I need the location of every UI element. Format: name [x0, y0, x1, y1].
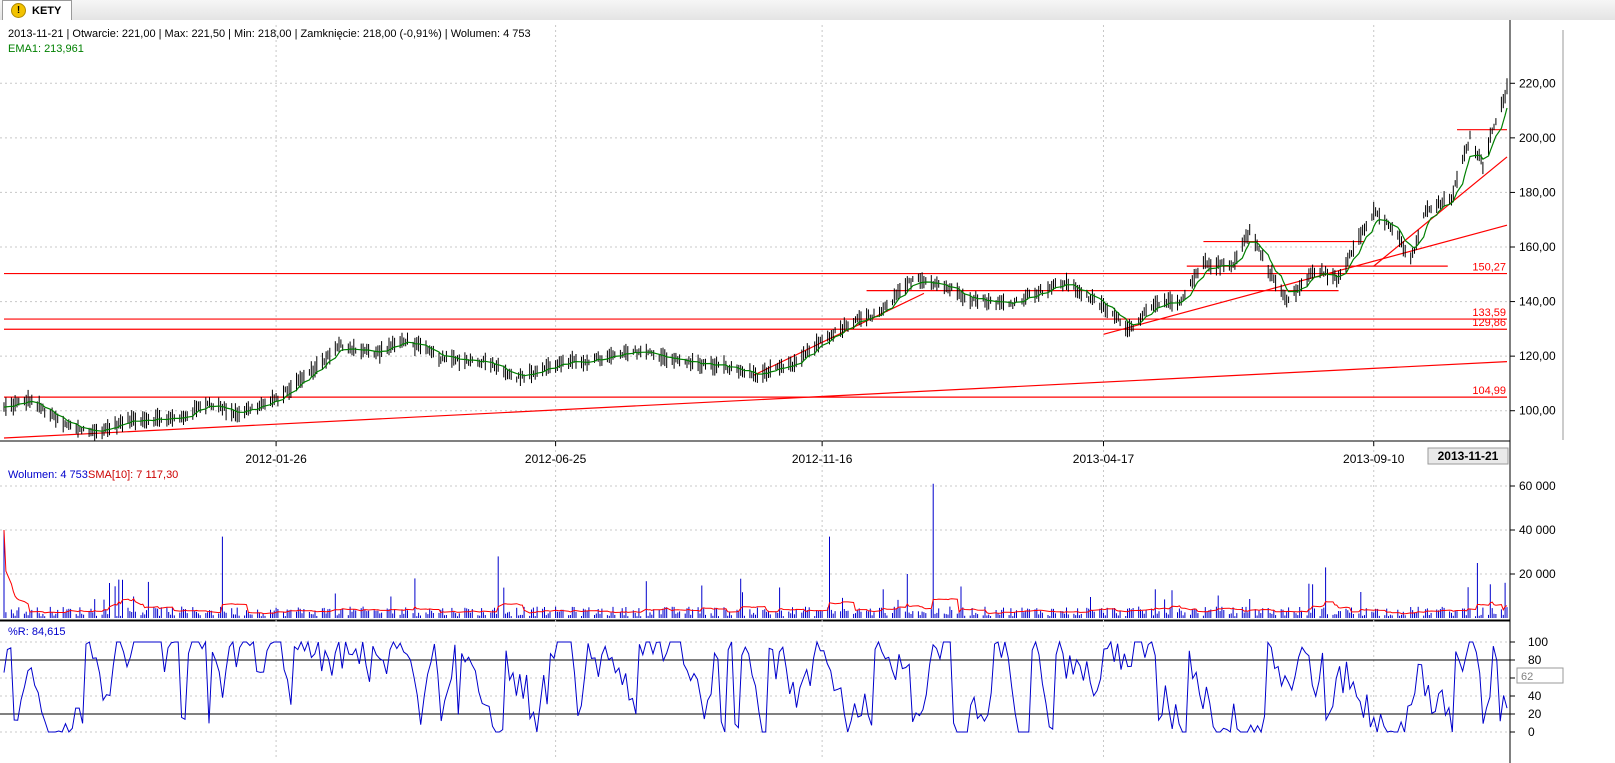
- date-cursor-label: 2013-11-21: [1438, 449, 1499, 463]
- wr-cursor-value: 62: [1521, 671, 1533, 683]
- level-label: 150,27: [1472, 262, 1506, 274]
- tab-bar: ! KETY: [0, 0, 1615, 21]
- wr-tick-label: 40: [1528, 689, 1542, 703]
- price-tick-label: 100,00: [1519, 404, 1556, 418]
- volume-tick-label: 60 000: [1519, 479, 1556, 493]
- wr-legend: %R: 84,615: [8, 626, 65, 638]
- wr-tick-label: 20: [1528, 707, 1542, 721]
- date-cursor-box: 2013-11-21: [1427, 447, 1509, 465]
- wr-cursor-box: 62: [1516, 667, 1564, 684]
- wr-tick-label: 0: [1528, 725, 1535, 739]
- ema-legend: EMA1: 213,961: [8, 43, 84, 55]
- price-tick-label: 140,00: [1519, 295, 1556, 309]
- ohlc-legend: 2013-11-21 | Otwarcie: 221,00 | Max: 221…: [8, 28, 531, 40]
- chart-background: [0, 20, 1615, 763]
- date-tick-label: 2012-06-25: [525, 452, 587, 466]
- price-tick-label: 120,00: [1519, 349, 1556, 363]
- volume-sma-legend: SMA[10]: 7 117,30: [88, 469, 178, 481]
- price-tick-label: 180,00: [1519, 185, 1556, 199]
- tab-kety[interactable]: ! KETY: [2, 0, 73, 20]
- date-tick-label: 2013-09-10: [1343, 452, 1405, 466]
- wr-tick-label: 80: [1528, 653, 1542, 667]
- date-tick-label: 2012-01-26: [245, 452, 307, 466]
- level-label: 129,86: [1472, 317, 1506, 329]
- price-tick-label: 160,00: [1519, 240, 1556, 254]
- volume-tick-label: 40 000: [1519, 523, 1556, 537]
- volume-tick-label: 20 000: [1519, 567, 1556, 581]
- tab-label: KETY: [32, 4, 62, 17]
- date-tick-label: 2013-04-17: [1073, 452, 1135, 466]
- price-tick-label: 220,00: [1519, 76, 1556, 90]
- chart-area[interactable]: 150,27133,59129,86104,99 100,00120,00140…: [0, 20, 1615, 763]
- warning-icon: !: [11, 3, 26, 18]
- volume-legend: Wolumen: 4 753: [8, 469, 88, 481]
- level-label: 104,99: [1472, 385, 1506, 397]
- date-tick-label: 2012-11-16: [792, 452, 853, 466]
- wr-tick-label: 100: [1528, 635, 1548, 649]
- price-tick-label: 200,00: [1519, 131, 1556, 145]
